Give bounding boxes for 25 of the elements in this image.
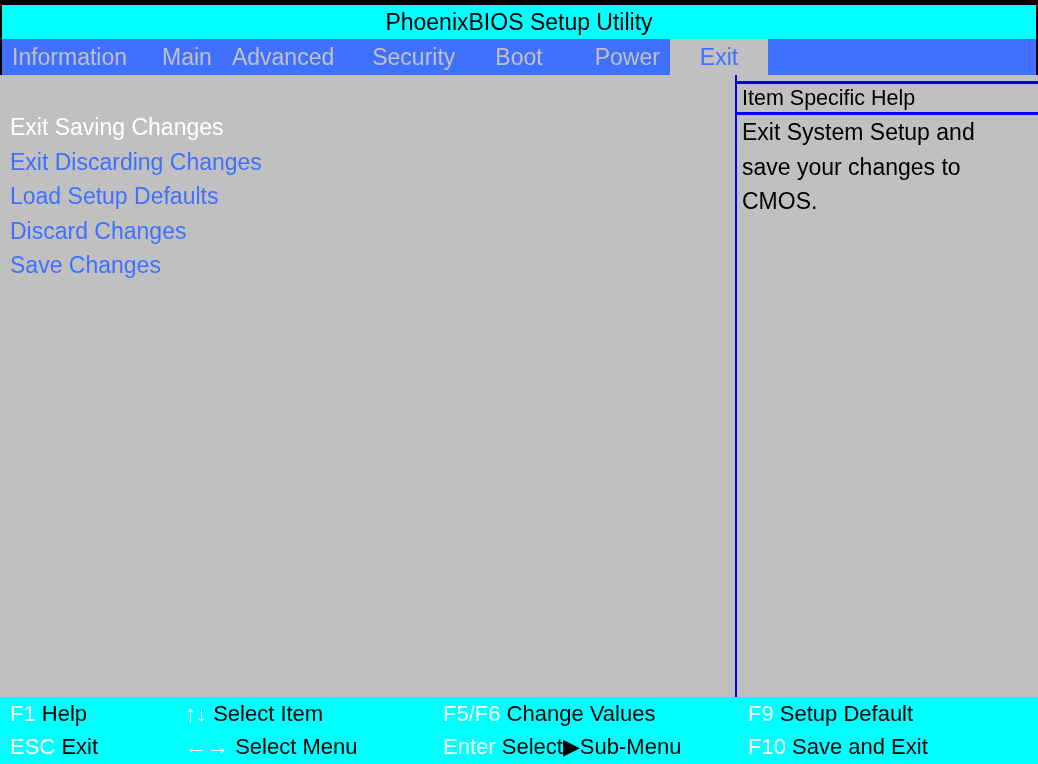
menu-item[interactable]: Save Changes xyxy=(0,248,161,283)
menu-tab[interactable]: Advanced xyxy=(231,39,335,75)
help-text: Exit System Setup and xyxy=(741,118,975,147)
key-hint: F10 Save and Exit xyxy=(748,734,928,760)
menu-tab[interactable]: Information xyxy=(12,39,128,75)
menu-item[interactable]: Load Setup Defaults xyxy=(0,179,219,214)
key-hint: F9 Setup Default xyxy=(748,701,914,727)
menu-item[interactable]: Discard Changes xyxy=(0,213,187,249)
help-heading: Item Specific Help xyxy=(737,81,1038,115)
key-hint: F1 Help xyxy=(10,701,88,727)
menu-tab[interactable]: Exit xyxy=(669,39,769,75)
key-hint: ESC Exit xyxy=(10,734,99,760)
menu-item[interactable]: Exit Discarding Changes xyxy=(0,144,262,180)
menu-tab[interactable]: Security xyxy=(372,39,456,75)
key-hint: F5/F6 Change Values xyxy=(443,701,656,727)
menu-tab[interactable]: Power xyxy=(594,39,660,75)
menu-tab[interactable]: Boot xyxy=(495,39,543,75)
menu-tab[interactable]: Main xyxy=(162,39,212,75)
help-text: CMOS. xyxy=(741,187,818,216)
window-title: PhoenixBIOS Setup Utility xyxy=(385,8,653,36)
menu-item[interactable]: Exit Saving Changes xyxy=(0,110,224,145)
help-text: save your changes to xyxy=(741,152,961,182)
key-hint: ↑↓ Select Item xyxy=(185,701,324,727)
key-hint: ←→ Select Menu xyxy=(185,734,358,760)
key-hint: Enter Select▶Sub-Menu xyxy=(443,734,682,760)
